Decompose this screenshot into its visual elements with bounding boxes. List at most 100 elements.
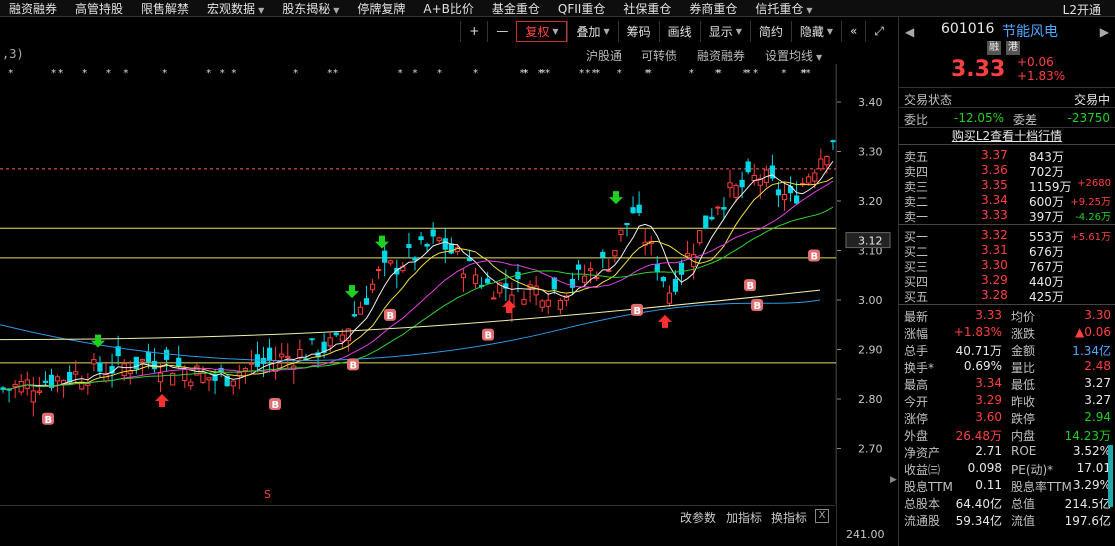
top-tab-2[interactable]: 限售解禁 [132,0,198,17]
top-tab-11[interactable]: 信托重仓 ▼ [746,0,821,17]
status-value: 交易中 [1073,93,1110,107]
candle-body [612,250,618,257]
stat-l1: 股息TTM [904,480,953,494]
margin-trading-link[interactable]: 融资融券 [697,47,745,64]
bid-row[interactable]: 买二 3.31 676万 [899,242,1115,259]
top-tab-3[interactable]: 宏观数据 ▼ [198,0,273,17]
buy-l2-link[interactable]: 购买L2查看十档行情 [899,127,1115,145]
candle-body [491,297,497,300]
price-axis-label: 2.70 [858,443,883,456]
fuquan-dropdown[interactable]: 复权 ▼ [516,20,568,42]
bid-row[interactable]: 买一 3.32 553万 +5.61万 [899,227,1115,244]
edit-params-button[interactable]: 改参数 [680,509,716,526]
hide-label: 隐藏 [799,24,824,39]
candle-body [121,363,127,377]
weibi-row: 委比 -12.05% 委差 -23750 [899,107,1115,127]
candle-body [54,376,61,382]
scrollbar[interactable] [1108,445,1113,507]
ma-settings-label: 设置均线 [765,49,814,63]
ask-row[interactable]: 卖一 3.33 397万 -4.26万 [899,207,1115,224]
hsgt-link[interactable]: 沪股通 [586,47,622,64]
bid-row[interactable]: 买四 3.29 440万 [899,272,1115,289]
chart-axis-divider [836,64,837,546]
candle-body [127,370,133,375]
ma-line [3,177,834,390]
collapse-panel-icon[interactable]: ▶ [890,475,898,497]
hide-dropdown[interactable]: 隐藏 ▼ [790,20,841,42]
stat-l2: 内盘 [1011,429,1036,443]
candle-body [539,300,545,308]
stat-v2: 2.94 [1084,410,1111,424]
ask-row[interactable]: 卖五 3.37 843万 [899,147,1115,164]
add-indicator-button[interactable]: 加指标 [726,509,762,526]
candle-body [618,229,624,236]
candle-body [739,179,745,188]
bid-row[interactable]: 买三 3.30 767万 [899,257,1115,274]
stat-l2: PE(动)* [1011,463,1054,477]
top-tab-4[interactable]: 股东揭秘 ▼ [273,0,348,17]
candle-body [309,338,315,341]
current-price-label: 3.12 [858,235,883,248]
bid-row[interactable]: 买五 3.28 425万 [899,287,1115,304]
simple-mode-button[interactable]: 简约 [749,20,791,42]
weicha-label: 委差 [1013,113,1038,127]
ask-delta: +9.25万 [1070,197,1111,208]
stat-l1: 净资产 [904,446,941,460]
weibi-label: 委比 [904,113,929,127]
candle-body [745,161,751,173]
stat-v2: 17.01 [1076,461,1111,475]
stat-v1: 3.29 [975,393,1002,407]
zoom-in-button[interactable]: + [460,20,487,42]
candle-body [418,236,424,241]
stat-row: 最高 3.34 最低 3.27 [899,375,1115,392]
stat-row: 流通股 59.34亿 流值 197.6亿 [899,511,1115,528]
stock-name[interactable]: 节能风电 [1002,21,1058,41]
ask-row[interactable]: 卖三 3.35 1159万 +2680 [899,177,1115,194]
stat-l2: 流值 [1011,514,1036,528]
buy-signal-label: B [45,415,53,426]
candle-body [703,215,709,229]
close-icon[interactable]: X [815,509,829,523]
bid-label: 买五 [904,290,929,304]
display-dropdown[interactable]: 显示 ▼ [699,20,750,42]
bid-price: 3.29 [981,273,1008,287]
top-tab-7[interactable]: 基金重仓 [483,0,549,17]
ask-row[interactable]: 卖二 3.34 600万 +9.25万 [899,192,1115,209]
top-tab-5[interactable]: 停牌复牌 [348,0,414,17]
expand-icon[interactable]: ⤢ [865,20,892,42]
top-tab-6[interactable]: A+B比价 [414,0,483,17]
candle-body [67,371,73,383]
quote-panel: ◀ 601016 节能风电 ▶ 融 港 3.33 +0.06 +1.83% 交易… [898,17,1115,546]
zoom-out-button[interactable]: — [487,20,516,42]
top-tab-10[interactable]: 券商重仓 [680,0,746,17]
price-axis-label: 3.00 [858,294,883,307]
chips-button[interactable]: 筹码 [617,20,659,42]
collapse-left-icon[interactable]: « [841,20,865,42]
ma-settings-dropdown[interactable]: 设置均线 ▼ [765,47,822,64]
candle-body [460,273,467,279]
signal-dot: * [293,68,298,79]
candle-body [830,140,836,143]
stat-row: 外盘 26.48万 内盘 14.23万 [899,426,1115,443]
ask-row[interactable]: 卖四 3.36 702万 [899,162,1115,179]
overlay-label: 叠加 [576,24,601,39]
ask-price: 3.33 [981,208,1008,222]
prev-stock-icon[interactable]: ◀ [905,25,914,39]
ma-line [3,160,834,390]
next-stock-icon[interactable]: ▶ [1100,25,1109,39]
l2-open-link[interactable]: L2开通 [1063,1,1101,18]
top-tab-0[interactable]: 融资融券 [0,0,66,17]
top-tab-8[interactable]: QFII重仓 [549,0,614,17]
convertible-bond-link[interactable]: 可转债 [641,47,677,64]
overlay-dropdown[interactable]: 叠加 ▼ [567,20,617,42]
kline-chart[interactable]: 3.403.303.203.103.002.902.802.703.12* ** *… [0,64,892,504]
switch-indicator-button[interactable]: 换指标 [771,509,807,526]
draw-line-button[interactable]: 画线 [658,20,700,42]
candle-body [357,306,364,315]
top-tab-9[interactable]: 社保重仓 [614,0,680,17]
stat-l2: 跌停 [1011,412,1036,426]
top-tab-1[interactable]: 高管持股 [66,0,132,17]
signal-dot: * [644,68,649,79]
stat-row: 今开 3.29 昨收 3.27 [899,392,1115,409]
candle-body [266,347,273,361]
